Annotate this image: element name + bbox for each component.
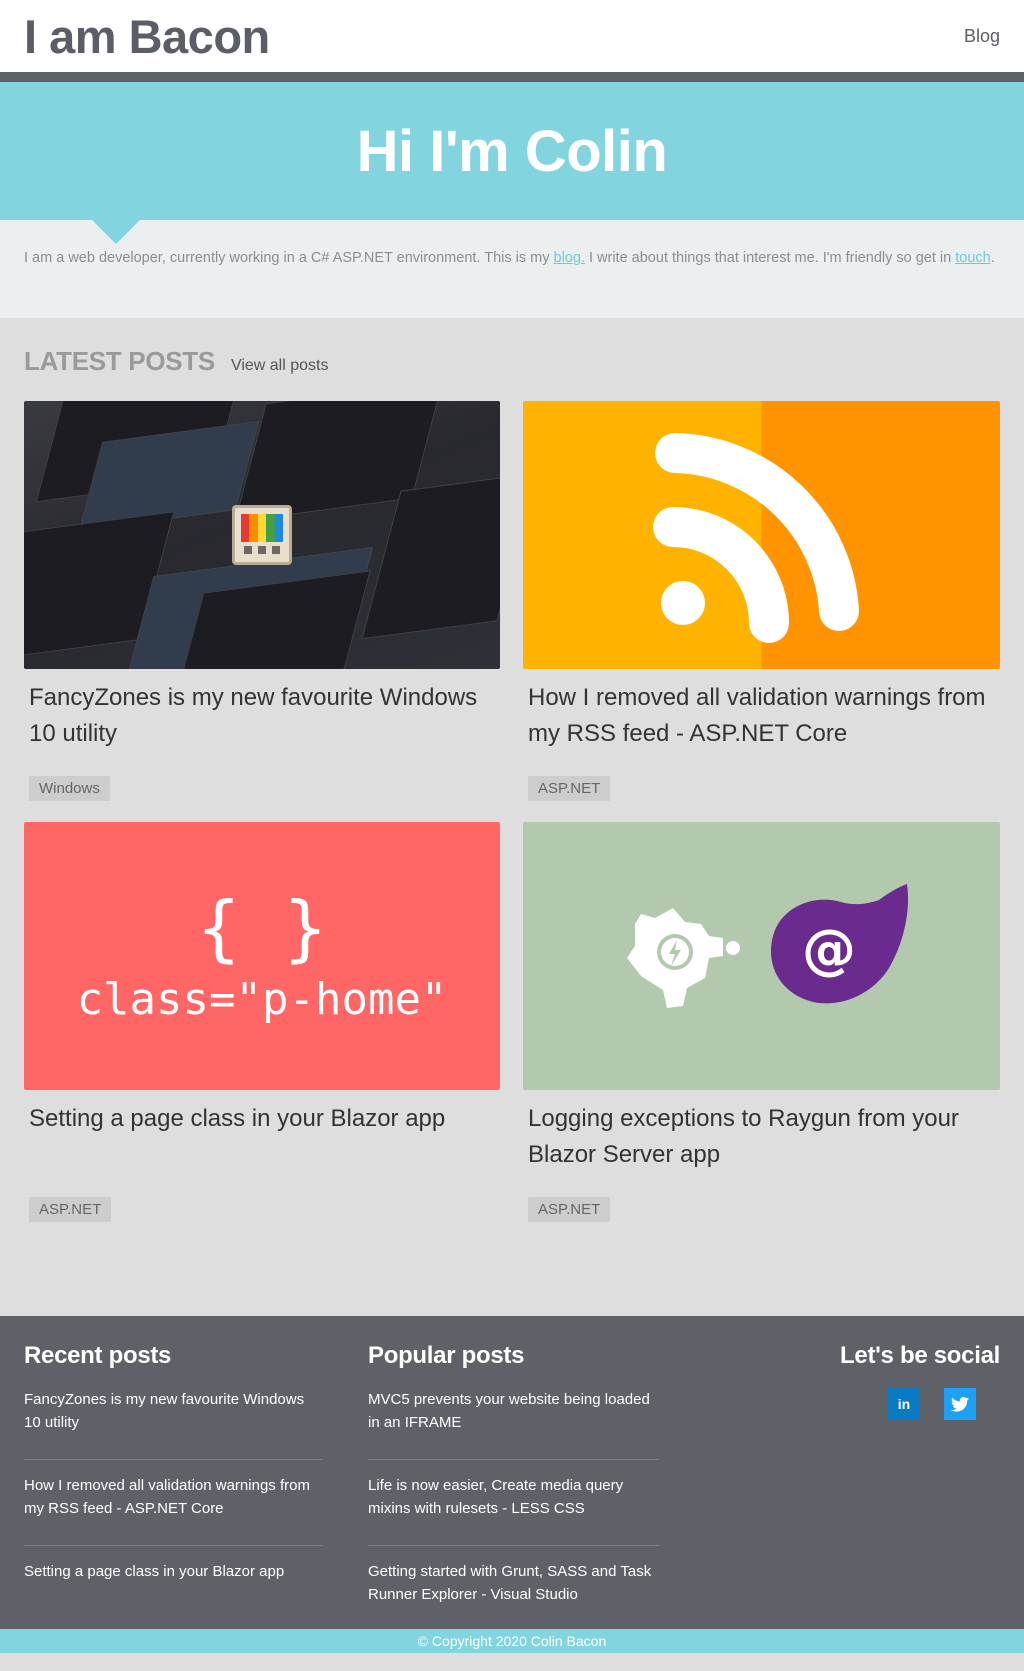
view-all-posts-link[interactable]: View all posts <box>231 357 329 375</box>
rss-icon <box>653 433 859 643</box>
recent-posts-heading: Recent posts <box>24 1342 172 1369</box>
copyright-bar: © Copyright 2020 Colin Bacon <box>0 1629 1024 1653</box>
intro-text: I am a web developer, currently working … <box>24 246 1000 271</box>
latest-posts-section: LATEST POSTS View all posts FancyZones i… <box>0 318 1024 1316</box>
intro-text-part: . <box>990 250 995 266</box>
recent-post-link[interactable]: Setting a page class in your Blazor app <box>24 1546 322 1632</box>
hero-banner: Hi I'm Colin <box>0 82 1024 244</box>
post-tag[interactable]: ASP.NET <box>528 776 611 801</box>
site-brand[interactable]: I am Bacon <box>24 9 270 64</box>
popular-post-link[interactable]: Life is now easier, Create media query m… <box>368 1460 659 1546</box>
thumb-code-text: class="p-home" <box>76 973 448 1025</box>
thumb-braces-text: { } <box>196 885 328 970</box>
intro-text-part: I write about things that interest me. I… <box>584 250 956 266</box>
post-title[interactable]: How I removed all validation warnings fr… <box>523 669 1000 764</box>
twitter-icon[interactable] <box>944 1388 976 1420</box>
intro-touch-link[interactable]: touch <box>955 250 990 266</box>
site-header: I am Bacon Blog <box>0 0 1024 72</box>
post-thumbnail[interactable] <box>523 401 1000 669</box>
post-grid: FancyZones is my new favourite Windows 1… <box>24 401 1000 1243</box>
post-card[interactable]: How I removed all validation warnings fr… <box>523 401 1000 822</box>
latest-posts-heading: LATEST POSTS <box>24 346 215 376</box>
intro-text-part: I am a web developer, currently working … <box>24 250 554 266</box>
intro-section: I am a web developer, currently working … <box>0 220 1024 318</box>
powertoys-icon <box>232 505 292 565</box>
hero-title: Hi I'm Colin <box>356 118 668 184</box>
post-title[interactable]: Logging exceptions to Raygun from your B… <box>523 1090 1000 1185</box>
popular-posts-heading: Popular posts <box>368 1342 525 1369</box>
site-footer: Recent posts FancyZones is my new favour… <box>0 1316 1024 1629</box>
popular-posts-list: MVC5 prevents your website being loaded … <box>368 1388 659 1632</box>
recent-posts-column: Recent posts FancyZones is my new favour… <box>24 1342 322 1629</box>
svg-text:@: @ <box>802 918 856 981</box>
post-tag[interactable]: ASP.NET <box>528 1197 611 1222</box>
latest-posts-header: LATEST POSTS View all posts <box>24 346 1000 377</box>
social-column: Let's be social in <box>840 1342 1000 1629</box>
popular-post-link[interactable]: MVC5 prevents your website being loaded … <box>368 1388 659 1460</box>
header-divider <box>0 72 1024 82</box>
post-tag[interactable]: Windows <box>29 776 110 801</box>
intro-blog-link[interactable]: blog. <box>554 250 585 266</box>
post-thumbnail[interactable]: { } class="p-home" <box>24 822 500 1090</box>
post-card[interactable]: { } class="p-home" Setting a page class … <box>24 822 500 1243</box>
popular-posts-column: Popular posts MVC5 prevents your website… <box>368 1342 659 1629</box>
social-heading: Let's be social <box>840 1342 1000 1369</box>
recent-post-link[interactable]: FancyZones is my new favourite Windows 1… <box>24 1388 322 1460</box>
post-thumbnail[interactable] <box>24 401 500 669</box>
recent-posts-list: FancyZones is my new favourite Windows 1… <box>24 1388 322 1632</box>
linkedin-icon[interactable]: in <box>888 1388 920 1420</box>
post-tag[interactable]: ASP.NET <box>29 1197 112 1222</box>
post-title[interactable]: FancyZones is my new favourite Windows 1… <box>24 669 500 764</box>
popular-post-link[interactable]: Getting started with Grunt, SASS and Tas… <box>368 1546 659 1632</box>
hero-pointer <box>92 220 140 244</box>
post-card[interactable]: @ Logging exceptions to Raygun from your… <box>523 822 1000 1243</box>
post-title[interactable]: Setting a page class in your Blazor app <box>24 1090 500 1185</box>
social-links: in <box>840 1388 1000 1420</box>
nav-blog-link[interactable]: Blog <box>964 26 1000 47</box>
blazor-icon: @ <box>770 884 909 1004</box>
recent-post-link[interactable]: How I removed all validation warnings fr… <box>24 1460 322 1546</box>
post-card[interactable]: FancyZones is my new favourite Windows 1… <box>24 401 500 822</box>
post-thumbnail[interactable]: @ <box>523 822 1000 1090</box>
